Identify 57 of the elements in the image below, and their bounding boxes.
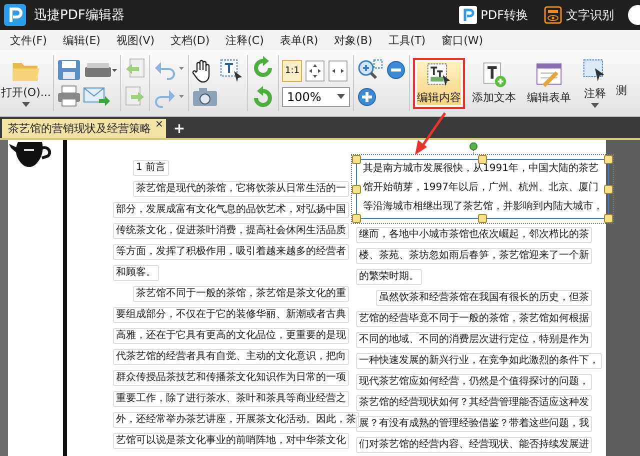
add-text-button[interactable]: 添加文本	[468, 58, 520, 108]
fit-page-icon[interactable]	[305, 60, 326, 82]
zoom-in-icon[interactable]	[357, 59, 383, 81]
resize-handle[interactable]	[352, 184, 361, 194]
menu-item[interactable]: 文件(F)	[10, 32, 47, 48]
plus-icon[interactable]	[357, 87, 377, 107]
app-title: 迅捷PDF编辑器	[34, 7, 124, 24]
new-tab-button[interactable]: +	[169, 120, 190, 138]
menu-item[interactable]: 注释(C)	[226, 32, 264, 48]
form-pencil-icon	[535, 62, 563, 88]
resize-handle[interactable]	[604, 155, 613, 164]
close-tab-button[interactable]: ×	[155, 119, 164, 130]
menu-item[interactable]: 视图(V)	[116, 32, 155, 48]
ocr-button[interactable]: 文字识别	[540, 6, 618, 24]
edit-content-button[interactable]: 编辑内容	[413, 58, 465, 108]
eye-icon	[544, 6, 562, 24]
text-line[interactable]: 等沿海城市相继出现了茶艺馆，并影响到内陆大城市，	[360, 199, 606, 215]
resize-handle[interactable]	[352, 155, 361, 164]
caret-icon	[337, 94, 345, 99]
edit-form-button[interactable]: 编辑表单	[523, 58, 575, 108]
resize-handle[interactable]	[604, 214, 613, 223]
menu-item[interactable]: 对象(B)	[334, 32, 372, 48]
resize-handle[interactable]	[604, 184, 613, 194]
resize-handle[interactable]	[352, 214, 361, 223]
menu-item[interactable]: 窗口(W)	[442, 32, 484, 48]
fit-width-icon[interactable]	[328, 60, 348, 82]
rotate-clockwise-icon[interactable]	[251, 56, 275, 80]
zoom-out-icon[interactable]	[386, 60, 406, 80]
text-edit-icon	[426, 62, 452, 88]
menu-item[interactable]: 表单(R)	[280, 32, 318, 48]
app-logo-icon	[4, 4, 26, 26]
printer-icon[interactable]	[57, 85, 81, 107]
open-button[interactable]: 打开(O)...	[2, 56, 50, 110]
text-select-icon[interactable]	[220, 59, 244, 83]
rotate-handle[interactable]	[468, 142, 479, 154]
caret-icon	[22, 102, 30, 107]
pdf-logo-icon	[458, 6, 477, 24]
caret-icon	[591, 103, 599, 108]
tool-button[interactable]: 测	[615, 82, 628, 98]
add-text-icon	[481, 62, 507, 88]
resize-handle[interactable]	[478, 214, 487, 223]
zoom-dropdown[interactable]: 100%	[282, 86, 350, 106]
page-back-icon[interactable]	[124, 58, 146, 80]
save-icon[interactable]	[57, 59, 81, 81]
menu-item[interactable]: 编辑(E)	[62, 32, 100, 48]
text-line[interactable]: 馆开始萌芽，1997年以后，广州、杭州、北京、厦门	[360, 180, 602, 196]
resize-handle[interactable]	[478, 155, 487, 164]
menu-item[interactable]: 工具(T)	[388, 32, 426, 48]
annotate-button[interactable]: 注释	[578, 54, 612, 112]
camera-icon[interactable]	[192, 87, 218, 107]
rotate-counterclockwise-icon[interactable]	[251, 86, 275, 110]
actual-size-button[interactable]: 1:1	[282, 60, 302, 82]
menu-item[interactable]: 文档(D)	[170, 32, 210, 48]
document-tab[interactable]: 茶艺馆的营销现状及经营策略 ×	[2, 119, 166, 138]
text-line[interactable]: 其是南方城市发展很快，从1991年，中国大陆的茶艺	[360, 161, 602, 177]
pdf-convert-button[interactable]: PDF转换	[454, 6, 532, 24]
email-icon[interactable]	[83, 85, 111, 107]
